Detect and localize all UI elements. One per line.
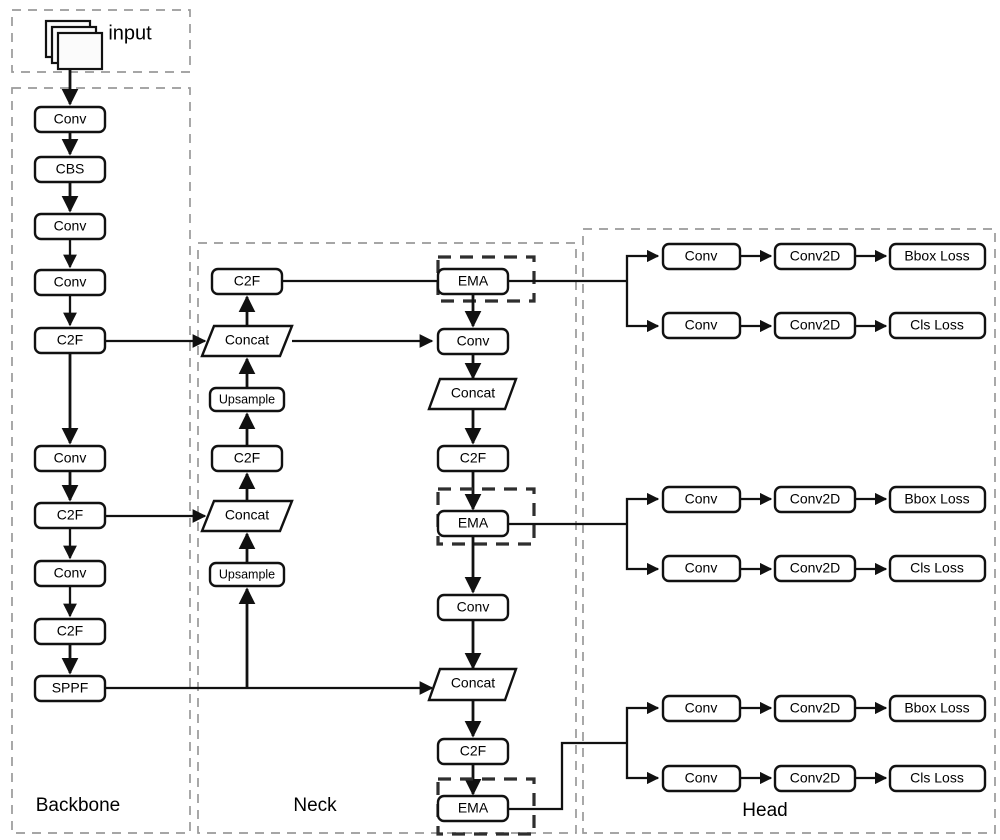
section-label-backbone: Backbone bbox=[36, 795, 121, 816]
node-nk-conv-1: Conv bbox=[436, 327, 510, 356]
node-label: EMA bbox=[458, 800, 489, 816]
node-label: Conv bbox=[457, 333, 490, 349]
node-label: Conv bbox=[685, 700, 718, 716]
node-label: Conv2D bbox=[790, 700, 841, 716]
node-nk-conv-2: Conv bbox=[436, 593, 510, 622]
edge-head2-trunk-to-bbox-conv bbox=[625, 492, 660, 524]
node-label: Conv2D bbox=[790, 317, 841, 333]
node-bb-c2f-1: C2F bbox=[33, 326, 107, 355]
node-nk-c2f-2: C2F bbox=[436, 737, 510, 766]
node-head-2-cls-loss: Cls Loss bbox=[888, 554, 987, 583]
node-label: Conv bbox=[685, 560, 718, 576]
node-bb-conv-2: Conv bbox=[33, 212, 107, 241]
node-label: Bbox Loss bbox=[904, 248, 969, 264]
node-label: Bbox Loss bbox=[904, 700, 969, 716]
node-head-1-bbox-conv: Conv bbox=[661, 242, 742, 271]
node-nk-concat-1: Concat bbox=[427, 377, 518, 411]
edge-head1-trunk-to-bbox-conv bbox=[625, 249, 660, 281]
node-bb-conv-5: Conv bbox=[33, 559, 107, 588]
node-nk-c2f-top: C2F bbox=[210, 267, 284, 296]
node-label: C2F bbox=[234, 450, 260, 466]
node-head-1-cls-conv: Conv bbox=[661, 311, 742, 340]
node-label: Conv bbox=[54, 274, 87, 290]
node-head-1-bbox-loss: Bbox Loss bbox=[888, 242, 987, 271]
node-label: Conv bbox=[685, 248, 718, 264]
node-label: SPPF bbox=[52, 680, 89, 696]
node-label: C2F bbox=[57, 623, 83, 639]
node-label: Concat bbox=[451, 675, 495, 691]
edge-head1-trunk-to-cls-conv bbox=[625, 281, 660, 333]
node-label: Cls Loss bbox=[910, 770, 964, 786]
node-nk-ema-1: EMA bbox=[436, 267, 510, 296]
node-label: C2F bbox=[460, 743, 486, 759]
node-head-1-cls-conv2d: Conv2D bbox=[773, 311, 857, 340]
node-nk-concat-mid: Concat bbox=[200, 499, 294, 533]
node-label: EMA bbox=[458, 273, 489, 289]
node-label: Conv2D bbox=[790, 491, 841, 507]
node-head-3-cls-conv2d: Conv2D bbox=[773, 764, 857, 793]
node-bb-c2f-2: C2F bbox=[33, 501, 107, 530]
node-label: C2F bbox=[57, 507, 83, 523]
node-label: C2F bbox=[460, 450, 486, 466]
input-stack-icon bbox=[44, 19, 104, 71]
node-label: Conv bbox=[457, 599, 490, 615]
node-nk-concat-top: Concat bbox=[200, 324, 294, 358]
node-head-2-bbox-conv: Conv bbox=[661, 485, 742, 514]
node-nk-ema-3: EMA bbox=[436, 794, 510, 823]
node-bb-sppf: SPPF bbox=[33, 674, 107, 703]
node-label: Bbox Loss bbox=[904, 491, 969, 507]
node-label: Conv bbox=[685, 491, 718, 507]
node-label: CBS bbox=[56, 161, 85, 177]
node-head-3-bbox-conv: Conv bbox=[661, 694, 742, 723]
node-head-3-cls-conv: Conv bbox=[661, 764, 742, 793]
node-label: Conv2D bbox=[790, 770, 841, 786]
node-nk-upsample-top: Upsample bbox=[208, 386, 286, 413]
edge-head2-trunk-to-cls-conv bbox=[625, 524, 660, 576]
edge-head3-trunk-to-bbox-conv bbox=[625, 701, 660, 743]
node-head-2-cls-conv2d: Conv2D bbox=[773, 554, 857, 583]
section-label-head: Head bbox=[742, 800, 787, 821]
node-label: Conv bbox=[54, 450, 87, 466]
node-head-1-bbox-conv2d: Conv2D bbox=[773, 242, 857, 271]
node-label: Cls Loss bbox=[910, 560, 964, 576]
node-label: Upsample bbox=[219, 392, 275, 406]
node-bb-conv-1: Conv bbox=[33, 105, 107, 134]
node-nk-ema-2: EMA bbox=[436, 509, 510, 538]
node-label: Concat bbox=[225, 332, 269, 348]
edge-ema3-to-head3-trunk bbox=[508, 741, 627, 811]
node-head-2-bbox-conv2d: Conv2D bbox=[773, 485, 857, 514]
node-nk-c2f-mid: C2F bbox=[210, 444, 284, 473]
node-label: Conv2D bbox=[790, 248, 841, 264]
node-head-3-bbox-loss: Bbox Loss bbox=[888, 694, 987, 723]
input-label: input bbox=[108, 22, 152, 44]
node-head-1-cls-loss: Cls Loss bbox=[888, 311, 987, 340]
node-label: Conv bbox=[685, 317, 718, 333]
node-nk-concat-2: Concat bbox=[427, 667, 518, 702]
node-bb-c2f-3: C2F bbox=[33, 617, 107, 646]
edge-head3-trunk-to-cls-conv bbox=[625, 743, 660, 785]
node-label: EMA bbox=[458, 515, 489, 531]
node-head-3-bbox-conv2d: Conv2D bbox=[773, 694, 857, 723]
architecture-diagram: input Conv CBS Conv Conv C2F Conv C2F Co… bbox=[0, 0, 1000, 840]
node-nk-c2f-1: C2F bbox=[436, 444, 510, 473]
node-label: Conv bbox=[54, 111, 87, 127]
node-label: Upsample bbox=[219, 567, 275, 581]
node-label: Conv bbox=[54, 565, 87, 581]
node-nk-upsample-bottom: Upsample bbox=[208, 561, 286, 588]
node-label: Conv bbox=[54, 218, 87, 234]
node-label: Concat bbox=[225, 507, 269, 523]
node-label: Concat bbox=[451, 385, 495, 401]
node-label: C2F bbox=[234, 273, 260, 289]
node-bb-conv-4: Conv bbox=[33, 444, 107, 473]
section-label-neck: Neck bbox=[293, 795, 337, 816]
node-label: Conv2D bbox=[790, 560, 841, 576]
node-label: C2F bbox=[57, 332, 83, 348]
node-label: Cls Loss bbox=[910, 317, 964, 333]
node-head-3-cls-loss: Cls Loss bbox=[888, 764, 987, 793]
node-head-2-cls-conv: Conv bbox=[661, 554, 742, 583]
node-label: Conv bbox=[685, 770, 718, 786]
node-head-2-bbox-loss: Bbox Loss bbox=[888, 485, 987, 514]
node-bb-conv-3: Conv bbox=[33, 268, 107, 297]
node-bb-cbs-1: CBS bbox=[33, 155, 107, 184]
